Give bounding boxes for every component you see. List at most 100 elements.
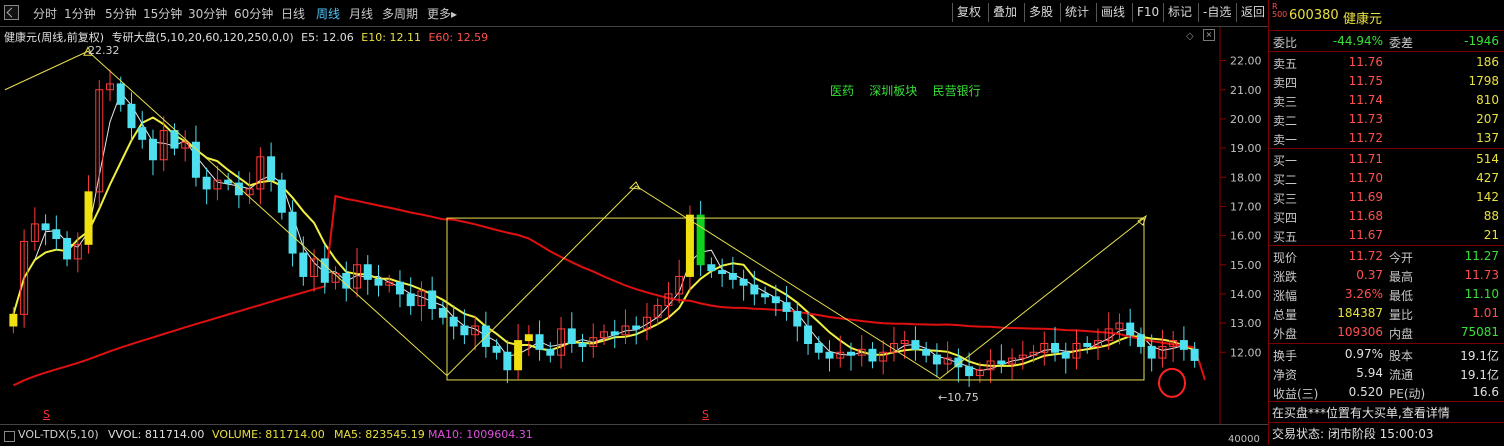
candle-body	[138, 127, 147, 140]
back-button[interactable]: 返回	[1236, 3, 1269, 22]
candle-body	[277, 179, 286, 213]
weibi-row: 委比 -44.94% 委差 -1946	[1273, 34, 1499, 50]
sector-tags: 医药 深圳板块 民营银行	[830, 82, 981, 99]
candle-body	[761, 293, 770, 298]
candle-body	[739, 278, 748, 286]
fundamental-row: 净资 5.94 流通 19.1亿	[1273, 366, 1499, 382]
diamond-icon[interactable]: ◇	[1186, 31, 1194, 42]
ask-price: 11.73	[1348, 112, 1383, 126]
tab-daily[interactable]: 日线	[281, 5, 305, 22]
price-axis: 22.00 21.00 20.00 19.00 18.00 17.00 16.00 15.00…	[0, 26, 1268, 424]
candle-body	[1126, 322, 1135, 336]
candle-body	[363, 264, 372, 280]
stats-button[interactable]: 统计	[1060, 3, 1093, 22]
candlestick-chart[interactable]: 22.00 21.00 20.00 19.00 18.00 17.00 16.00 15.00…	[0, 26, 1268, 424]
sector-tag[interactable]: 医药	[830, 84, 854, 98]
period-toolbar: 分时 1分钟 5分钟 15分钟 30分钟 60分钟 日线 周线 月线 多周期 更…	[0, 0, 1268, 27]
candle-body	[406, 293, 415, 307]
ask-volume: 186	[1476, 55, 1499, 69]
self-select-button[interactable]: -自选	[1198, 3, 1235, 22]
sector-tag[interactable]: 深圳板块	[869, 84, 917, 98]
draw-line-button[interactable]: 画线	[1096, 3, 1129, 22]
candle-body	[750, 284, 759, 295]
indicator-name[interactable]: 专研大盘(5,10,20,60,120,250,0,0)	[112, 31, 294, 44]
price-tick-label: 17.00	[1230, 200, 1262, 213]
tab-more[interactable]: 更多▸	[427, 5, 457, 22]
candle-body	[267, 156, 276, 181]
quote-stat-row: 涨幅 3.26% 最低 11.10	[1273, 287, 1499, 303]
ask-volume: 810	[1476, 93, 1499, 107]
quote-panel: R 500 600380 健康元 委比 -44.94% 委差 -1946 在买盘*…	[1268, 0, 1504, 445]
candle-body	[191, 141, 200, 178]
candle-body	[9, 313, 18, 327]
price-tick-label: 21.00	[1230, 84, 1262, 97]
vol-indicator-name[interactable]: VOL-TDX(5,10)	[18, 428, 99, 441]
quote-stat-row: 现价 11.72 今开 11.27	[1273, 249, 1499, 265]
bid-price: 11.70	[1348, 171, 1383, 185]
margin-badge: R 500	[1272, 2, 1288, 19]
candle-body	[804, 325, 813, 344]
quote-stat-row: 总量 184387 量比 1.01	[1273, 306, 1499, 322]
candle-body	[771, 296, 780, 304]
price-tick-label: 19.00	[1230, 142, 1262, 155]
candle-body	[492, 345, 501, 353]
candle-body	[1083, 343, 1092, 347]
candle-body	[846, 351, 855, 356]
stat-value: 11.73	[1464, 268, 1499, 282]
big-order-notice[interactable]: 在买盘***位置有大买单,查看详情	[1272, 404, 1450, 421]
candle-body	[342, 273, 351, 289]
ask-volume: 137	[1476, 131, 1499, 145]
mark-button[interactable]: 标记	[1163, 3, 1196, 22]
bid-price: 11.67	[1348, 228, 1383, 242]
ask-row: 卖四 11.75 1798	[1273, 74, 1499, 90]
price-tick-label: 15.00	[1230, 259, 1262, 272]
price-tick-label: 22.00	[1230, 55, 1262, 68]
tab-60min[interactable]: 60分钟	[234, 5, 273, 22]
fuquan-button[interactable]: 复权	[952, 3, 985, 22]
tab-5min[interactable]: 5分钟	[105, 5, 137, 22]
candle-body	[514, 340, 523, 371]
bid-row: 买三 11.69 142	[1273, 190, 1499, 206]
candle-body	[299, 252, 308, 277]
f10-button[interactable]: F10	[1132, 3, 1163, 22]
close-icon[interactable]: ×	[1203, 29, 1215, 41]
stock-code: 600380	[1289, 8, 1339, 23]
stat-value: 11.72	[1348, 249, 1383, 263]
bid-volume: 142	[1476, 190, 1499, 204]
ask-row: 卖三 11.74 810	[1273, 93, 1499, 109]
stat-value: 1.01	[1472, 306, 1499, 320]
tab-monthly[interactable]: 月线	[349, 5, 373, 22]
tab-15min[interactable]: 15分钟	[143, 5, 182, 22]
bid-volume: 21	[1483, 228, 1499, 242]
sector-tag[interactable]: 民营银行	[933, 84, 981, 98]
price-tick-label: 12.00	[1230, 346, 1262, 359]
vvol-value: VVOL: 811714.00	[108, 428, 205, 441]
tab-weekly[interactable]: 周线	[316, 5, 340, 22]
ma-lines	[12, 91, 1206, 387]
arrow-head	[1137, 214, 1147, 226]
stat-value: 3.26%	[1344, 287, 1383, 301]
candle-body	[148, 138, 157, 161]
overlay-button[interactable]: 叠加	[988, 3, 1021, 22]
collapse-icon[interactable]	[4, 5, 19, 20]
toggle-icon[interactable]	[4, 431, 15, 442]
candle-body	[685, 214, 694, 277]
weibi-value: -44.94%	[1332, 34, 1383, 48]
fundamental-value: 5.94	[1356, 366, 1383, 380]
candle-body	[707, 264, 716, 272]
indicator-info-line: 健康元(周线,前复权) 专研大盘(5,10,20,60,120,250,0,0)…	[4, 29, 492, 45]
s-marker: S	[43, 408, 50, 421]
price-tick-label: 16.00	[1230, 230, 1262, 243]
candle-body	[932, 354, 941, 365]
tab-multi-period[interactable]: 多周期	[382, 5, 418, 22]
fundamental-value: 19.1亿	[1460, 349, 1499, 363]
ma5-value: MA5: 823545.19	[334, 428, 425, 441]
candle-body	[696, 214, 705, 266]
tab-fenshi[interactable]: 分时	[33, 5, 57, 22]
tab-1min[interactable]: 1分钟	[64, 5, 96, 22]
multi-stock-button[interactable]: 多股	[1024, 3, 1057, 22]
candle-body	[41, 223, 50, 231]
candle-body	[1190, 348, 1199, 361]
fundamental-row: 换手 0.97% 股本 19.1亿	[1273, 347, 1499, 363]
tab-30min[interactable]: 30分钟	[188, 5, 227, 22]
